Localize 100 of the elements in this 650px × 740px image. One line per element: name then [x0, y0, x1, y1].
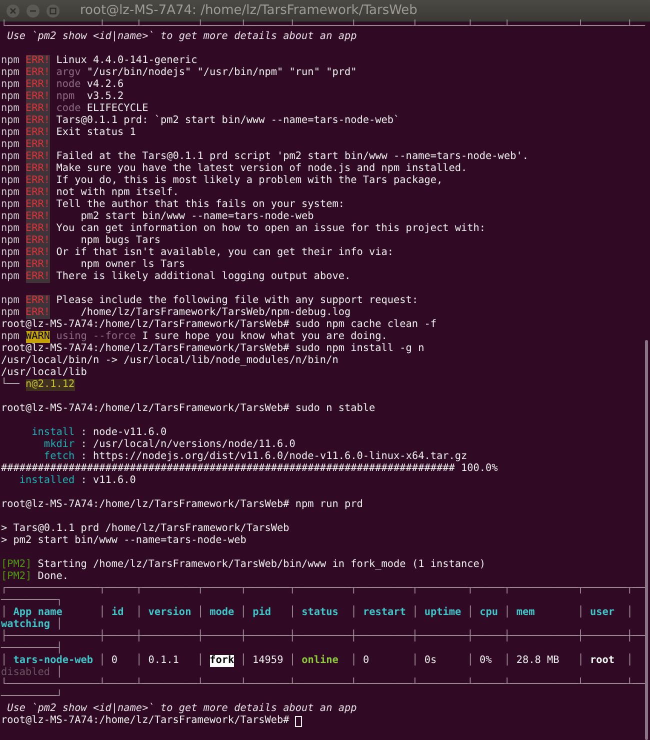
- error-tag: ERR!: [26, 235, 50, 247]
- tree-branch: └──: [1, 379, 20, 391]
- npm-label: npm: [1, 295, 20, 307]
- terminal-text: v4.2.6: [86, 79, 124, 91]
- error-tag: ERR!: [26, 103, 50, 115]
- error-tag: ERR!: [26, 271, 50, 283]
- npm-label: npm: [1, 163, 20, 175]
- table-border: │: [196, 607, 204, 619]
- error-tag: ERR!: [26, 223, 50, 235]
- table-cell: 0: [111, 655, 118, 667]
- table-border: │: [466, 655, 474, 667]
- npm-label: npm: [1, 199, 20, 211]
- table-cell: 0.1.1: [148, 655, 179, 667]
- npm-label: npm: [1, 331, 20, 343]
- error-tag: ERR!: [26, 175, 50, 187]
- table-border: │: [98, 655, 106, 667]
- npm-label: npm: [1, 103, 20, 115]
- table-cell: 14959: [252, 655, 284, 667]
- column-header: user: [590, 607, 615, 619]
- npm-label: npm: [1, 175, 20, 187]
- terminal-text: /usr/local/lib: [1, 367, 87, 378]
- npm-label: npm: [1, 127, 20, 139]
- step-label: install: [30, 427, 75, 439]
- terminal-text: ELIFECYCLE: [86, 103, 148, 115]
- terminal-text: not with npm itself.: [56, 187, 179, 199]
- table-border: │: [56, 619, 62, 630]
- error-tag: ERR!: [26, 115, 50, 127]
- terminal-text: ########################################################################## 100.0%: [1, 463, 498, 475]
- table-border: │: [288, 607, 297, 619]
- step-label: installed: [18, 475, 75, 487]
- minimize-icon[interactable]: [26, 4, 40, 18]
- npm-label: npm: [1, 223, 20, 235]
- table-border: │: [239, 607, 248, 619]
- terminal-text: : /usr/local/n/versions/node/11.6.0: [80, 439, 296, 451]
- error-tag: ERR!: [26, 211, 50, 223]
- table-border: │: [576, 655, 585, 667]
- terminal-text: Make sure you have the latest version of node.js and npm installed.: [56, 163, 468, 175]
- error-tag: ERR!: [26, 259, 50, 271]
- table-cell: 0%: [480, 655, 492, 667]
- error-tag: ERR!: [26, 295, 50, 307]
- terminal-text: v3.5.2: [86, 91, 124, 103]
- column-header: restart: [363, 607, 406, 619]
- terminal-text: /usr/local/bin/n -> /usr/local/lib/node_modules/n/bin/n: [1, 355, 338, 367]
- table-border: │: [350, 655, 358, 667]
- column-header: App name: [13, 607, 62, 618]
- mode-label: fork: [210, 655, 234, 667]
- column-header: watching: [1, 619, 50, 630]
- terminal-text: npm owner ls Tars: [80, 259, 186, 271]
- table-border: ─────────┐: [1, 595, 62, 606]
- table-border: │: [196, 655, 204, 667]
- terminal-text: Tell the author that this fails on your system:: [56, 199, 344, 211]
- npm-label: npm: [1, 151, 20, 163]
- column-header: mem: [516, 607, 535, 619]
- error-tag: ERR!: [26, 139, 50, 151]
- terminal-text: Tars@0.1.1 prd: `pm2 start bin/www --name=tars-node-web`: [56, 115, 400, 127]
- terminal-text: : v11.6.0: [80, 475, 136, 487]
- table-border: │: [503, 607, 512, 619]
- terminal-text: pm2 start bin/www --name=tars-node-web: [80, 211, 314, 223]
- scrollbar-thumb[interactable]: [645, 340, 648, 740]
- table-border: │: [350, 607, 358, 619]
- step-label: fetch: [42, 451, 75, 463]
- table-border: │: [466, 607, 474, 619]
- terminal-text: root@lz-MS-7A74:/home/lz/TarsFramework/TarsWeb# sudo npm cache clean -f: [1, 319, 436, 331]
- npm-label: npm: [1, 67, 20, 79]
- column-header: mode: [210, 607, 234, 619]
- table-border: │: [98, 607, 106, 619]
- terminal-text: code: [56, 103, 81, 115]
- error-tag: ERR!: [26, 67, 50, 79]
- error-tag: ERR!: [26, 79, 50, 91]
- column-header: id: [111, 607, 124, 619]
- terminal-text: /home/lz/TarsFramework/TarsWeb/npm-debug.log: [80, 307, 351, 319]
- terminal-text: I sure hope you know what you are doing.: [141, 331, 388, 343]
- npm-label: npm: [1, 211, 20, 223]
- column-header: uptime: [424, 607, 462, 619]
- table-border: │: [1, 655, 8, 667]
- terminal-text: root@lz-MS-7A74:/home/lz/TarsFramework/TarsWeb#: [1, 715, 290, 727]
- npm-label: npm: [1, 115, 20, 127]
- terminal-text: Or if that isn't available, you can get their info via:: [56, 247, 394, 259]
- table-border: ─────────┘: [1, 691, 62, 702]
- terminal-text: using --force: [56, 331, 136, 343]
- table-border: │: [134, 607, 144, 619]
- error-tag: ERR!: [26, 187, 50, 199]
- table-cell: 0: [362, 655, 370, 667]
- hint-text: Use `pm2 show <id|name>` to get more details about an app: [6, 31, 357, 43]
- error-tag: ERR!: [26, 55, 50, 67]
- close-icon[interactable]: [6, 4, 20, 18]
- table-border: ├───────────────┼─────┼─────────┼──────┼───────┼─────────┼─────────┼────────┼─────┼───────────┼───────┼──: [1, 631, 646, 642]
- table-border: ─────────┤: [1, 643, 62, 654]
- error-tag: ERR!: [26, 91, 50, 103]
- terminal-text: argv: [56, 67, 81, 79]
- maximize-icon[interactable]: [46, 4, 60, 18]
- column-header: status: [302, 607, 338, 619]
- package-name: n@2.1.12: [26, 379, 75, 391]
- cursor-icon: [295, 716, 302, 726]
- table-border: │: [411, 607, 420, 619]
- table-border: │: [239, 655, 248, 667]
- error-tag: ERR!: [26, 307, 50, 319]
- npm-label: npm: [1, 235, 20, 247]
- step-label: mkdir: [42, 439, 75, 451]
- npm-label: npm: [1, 139, 20, 151]
